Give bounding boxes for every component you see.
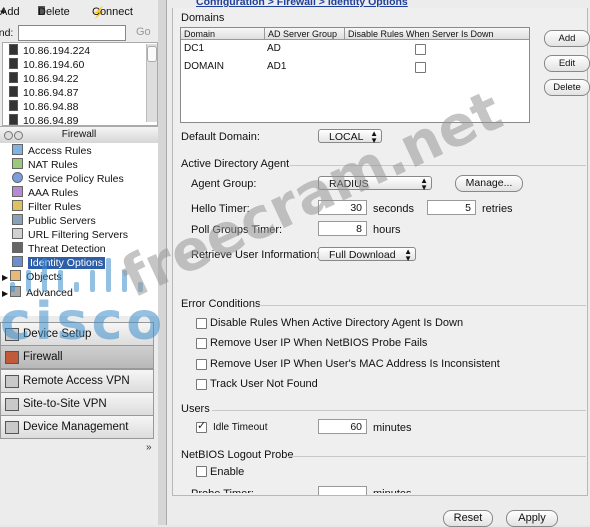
minimize-circle-icon[interactable] (14, 131, 23, 140)
seconds-label: seconds (373, 203, 414, 215)
domain-cell: DOMAIN (184, 61, 224, 72)
nav-remote-access-vpn[interactable]: Remote Access VPN (0, 369, 154, 393)
section-divider (258, 305, 586, 306)
section-divider (288, 456, 586, 457)
column-header[interactable]: AD Server Group (265, 28, 345, 40)
retrieve-user-information-select[interactable]: Full Download ▲ ▼ (318, 247, 416, 263)
server-icon (9, 72, 18, 83)
delete-domain-button[interactable]: Delete (544, 79, 590, 96)
go-button[interactable]: Go (136, 26, 151, 38)
column-header[interactable]: Domain (181, 28, 265, 40)
device-management-icon (5, 421, 19, 434)
ad-agent-section-title: Active Directory Agent (181, 158, 290, 170)
disable-rules-checkbox[interactable] (415, 62, 426, 73)
tree-item-filter-rules[interactable]: Filter Rules (12, 200, 81, 214)
server-icon (9, 58, 18, 69)
disable-rules-agent-down-label: Disable Rules When Active Directory Agen… (210, 317, 464, 329)
disable-rules-checkbox[interactable] (415, 44, 426, 55)
site-vpn-icon (5, 398, 19, 411)
idle-timeout-minutes-label: minutes (373, 422, 412, 434)
domain-cell: DC1 (184, 43, 205, 54)
track-user-not-found-label: Track User Not Found (210, 378, 318, 390)
remove-ip-mac-checkbox[interactable] (196, 359, 207, 370)
manage-button[interactable]: Manage... (455, 175, 523, 192)
users-section-title: Users (181, 403, 210, 415)
close-circle-icon[interactable] (4, 131, 13, 140)
tree-item-aaa-rules[interactable]: AAA Rules (12, 186, 78, 200)
device-item[interactable]: 10.86.94.22 (9, 72, 78, 86)
tree-item-access-rules[interactable]: Access Rules (12, 144, 92, 158)
ad-server-group-cell: AD (267, 43, 281, 54)
hours-label: hours (373, 224, 401, 236)
nav-device-management[interactable]: Device Management (0, 415, 154, 439)
collapse-chevron-icon[interactable]: » (146, 442, 152, 453)
server-icon (9, 86, 18, 97)
device-item[interactable]: 10.86.94.89 (9, 114, 78, 125)
column-header[interactable]: Disable Rules When Server Is Down (345, 28, 529, 40)
device-list-scroll-thumb[interactable] (147, 46, 157, 62)
add-domain-button[interactable]: Add (544, 30, 590, 47)
nat-icon (12, 158, 23, 169)
netbios-section-title: NetBIOS Logout Probe (181, 449, 294, 461)
filter-icon (12, 200, 23, 211)
netbios-enable-checkbox[interactable] (196, 466, 207, 477)
idle-timeout-label: Idle Timeout (213, 422, 268, 433)
server-icon (9, 44, 18, 55)
remove-ip-mac-label: Remove User IP When User's MAC Address I… (210, 358, 500, 370)
error-conditions-section-title: Error Conditions (181, 298, 261, 310)
breadcrumb[interactable]: Configuration > Firewall > Identity Opti… (196, 0, 408, 8)
section-divider (212, 410, 586, 411)
device-list-toolbar: + Add Delete ⚡ Connect (0, 6, 133, 19)
vpn-icon (5, 375, 19, 388)
device-item[interactable]: 10.86.194.60 (9, 58, 84, 72)
tree-item-nat-rules[interactable]: NAT Rules (12, 158, 78, 172)
nav-site-to-site-vpn[interactable]: Site-to-Site VPN (0, 392, 154, 416)
server-icon (9, 100, 18, 111)
default-domain-label: Default Domain: (181, 131, 260, 143)
device-item[interactable]: 10.86.94.88 (9, 100, 78, 114)
tree-item-public-servers[interactable]: Public Servers (12, 214, 96, 228)
device-item[interactable]: 10.86.194.224 (9, 44, 90, 58)
rules-icon (12, 144, 23, 155)
idle-timeout-checkbox[interactable] (196, 419, 207, 433)
remove-ip-netbios-label: Remove User IP When NetBIOS Probe Fails (210, 337, 428, 349)
disable-rules-agent-down-checkbox[interactable] (196, 318, 207, 329)
domains-section-title: Domains (181, 12, 225, 24)
find-label: Find: (0, 27, 14, 39)
edit-domain-button[interactable]: Edit (544, 55, 590, 72)
globe-icon (12, 172, 23, 183)
idle-timeout-input[interactable]: 60 (318, 419, 367, 434)
retries-label: retries (482, 203, 513, 215)
ad-server-group-cell: AD1 (267, 61, 287, 72)
retries-input[interactable]: 5 (427, 200, 476, 215)
server-icon (9, 114, 18, 125)
netbios-enable-label: Enable (210, 466, 245, 478)
device-list: 10.86.194.224 10.86.194.60 10.86.94.22 1… (2, 42, 158, 126)
select-arrows-icon: ▲ ▼ (404, 247, 412, 263)
reset-button[interactable]: Reset (443, 510, 493, 527)
firewall-panel-header: Firewall (0, 126, 158, 144)
find-input[interactable] (18, 25, 126, 41)
remove-ip-netbios-checkbox[interactable] (196, 338, 207, 349)
probe-timer-input[interactable] (318, 486, 367, 495)
tree-item-service-policy-rules[interactable]: Service Policy Rules (12, 172, 124, 186)
apply-button[interactable]: Apply (506, 510, 558, 527)
device-item[interactable]: 10.86.94.87 (9, 86, 78, 100)
server-icon (12, 214, 23, 225)
users-icon (12, 186, 23, 197)
track-user-not-found-checkbox[interactable] (196, 379, 207, 390)
firewall-icon (5, 351, 19, 364)
